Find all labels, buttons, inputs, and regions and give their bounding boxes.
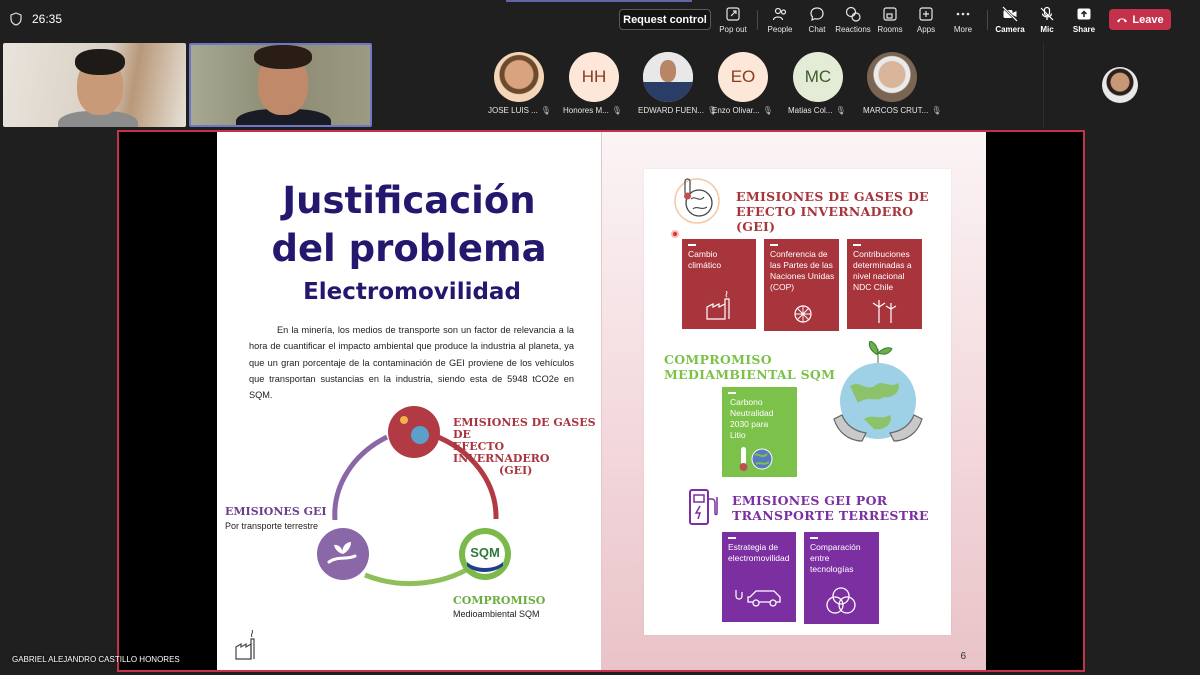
- thermometer-globe-icon: [674, 178, 720, 224]
- slide-content-card: EMISIONES DE GASES DE EFECTO INVERNADERO…: [644, 169, 951, 635]
- gei-heading: EMISIONES DE GASES DE EFECTO INVERNADERO…: [736, 189, 930, 234]
- participant-avatar[interactable]: MC: [793, 52, 843, 102]
- people-label: People: [767, 25, 793, 34]
- avatar-initials: EO: [730, 67, 756, 86]
- participant-name: JOSE LUIS ... 🎙︎: [488, 106, 551, 115]
- share-icon: [1077, 8, 1091, 20]
- more-icon: [956, 12, 970, 16]
- un-emblem-icon: [794, 305, 812, 323]
- more-button[interactable]: More: [940, 6, 986, 34]
- participant-video-tile[interactable]: [3, 43, 186, 127]
- chat-label: Chat: [808, 25, 826, 34]
- participant-name: EDWARD FUEN... 🎙︎: [638, 106, 718, 115]
- slide-title: Justificación del problema: [271, 179, 547, 270]
- electric-car-icon: [735, 590, 781, 607]
- wind-turbine-icon: [872, 300, 897, 323]
- mic-off-icon: 🎙︎: [540, 106, 551, 115]
- camera-label: Camera: [995, 25, 1025, 34]
- participant-name: Enzo Olivar... 🎙︎: [712, 106, 773, 115]
- participant-avatar[interactable]: [867, 52, 917, 102]
- sqm-heading: COMPROMISO MEDIAMBIENTAL SQM: [664, 352, 836, 382]
- pop-out-icon: [726, 7, 740, 21]
- cycle-label-compromiso: COMPROMISO: [453, 594, 546, 607]
- active-speaker-video-tile[interactable]: [189, 43, 372, 127]
- ev-charger-icon: [689, 489, 718, 525]
- self-avatar[interactable]: [1102, 67, 1138, 103]
- gei-box-cambio-climatico: Cambio climático: [682, 239, 756, 329]
- participant-name: MARCOS CRUT... 🎙︎: [863, 106, 942, 115]
- avatar-photo: [494, 52, 544, 102]
- slide-page-number: 6: [960, 651, 966, 662]
- window-drag-indicator: [506, 0, 692, 2]
- cycle-sub-compromiso: Medioambiental SQM: [453, 609, 540, 619]
- presenter-name-label: GABRIEL ALEJANDRO CASTILLO HONORES: [12, 655, 180, 664]
- apps-label: Apps: [916, 25, 936, 34]
- people-icon: [772, 7, 787, 21]
- slide-paragraph: En la minería, los medios de transporte …: [249, 325, 574, 401]
- meeting-timer: 26:35: [32, 12, 63, 26]
- mic-off-icon: 🎙︎: [931, 106, 942, 115]
- avatar-photo: [1102, 67, 1138, 103]
- mic-off-icon: [1040, 6, 1054, 21]
- earth-hands-icon: [833, 341, 923, 442]
- mic-label: Mic: [1040, 25, 1054, 34]
- gei-box-ndc: Contribuciones determinadas a nivel naci…: [847, 239, 922, 329]
- mic-off-icon: 🎙︎: [611, 106, 622, 115]
- rooms-icon: [883, 7, 897, 21]
- participant-avatar[interactable]: [643, 52, 693, 102]
- slide-subtitle: Electromovilidad: [303, 279, 521, 305]
- pop-out-label: Pop out: [719, 25, 747, 34]
- sqm-logo-text: SQM: [470, 545, 500, 560]
- transport-box-estrategia: Estrategia de electromovilidad: [722, 532, 796, 622]
- thermometer-globe-icon: [739, 447, 773, 471]
- avatar-photo: [643, 52, 693, 102]
- participant-avatar[interactable]: [494, 52, 544, 102]
- share-button[interactable]: Share: [1061, 6, 1107, 34]
- strip-divider: [1043, 42, 1044, 128]
- leave-label: Leave: [1132, 13, 1164, 26]
- request-control-button[interactable]: Request control: [619, 9, 711, 30]
- avatar-initials: HH: [581, 67, 607, 86]
- participant-avatar[interactable]: EO: [718, 52, 768, 102]
- participant-name: Honores M... 🎙︎: [563, 106, 622, 115]
- mic-off-icon: 🎙︎: [762, 106, 773, 115]
- shield-icon: [10, 12, 22, 31]
- factory-icon: [706, 291, 730, 320]
- presenter-pointer: [671, 230, 679, 238]
- venn-diagram-icon: [826, 587, 856, 614]
- person-hair: [254, 45, 312, 69]
- teams-meeting-window: 26:35 Request control Pop out People Cha…: [0, 0, 1200, 675]
- mic-off-icon: 🎙︎: [835, 106, 846, 115]
- apps-icon: [919, 7, 933, 21]
- cycle-sub-transport: Por transporte terrestre: [225, 521, 319, 531]
- phone-hangup-icon: [1117, 17, 1128, 22]
- meeting-toolbar: 26:35 Request control Pop out People Cha…: [0, 0, 1200, 40]
- share-label: Share: [1072, 25, 1096, 34]
- slide-left-page: Justificación del problema Electromovili…: [217, 132, 601, 670]
- more-label: More: [953, 25, 973, 34]
- person-hair: [75, 49, 125, 75]
- leave-button[interactable]: Leave: [1109, 9, 1171, 30]
- rooms-label: Rooms: [877, 25, 903, 34]
- sqm-box-carbono: Carbono Neutralidad 2030 para Litio: [722, 387, 797, 477]
- factory-icon: [235, 629, 255, 660]
- cycle-label-transport: EMISIONES GEI: [225, 505, 327, 518]
- shared-screen[interactable]: Justificación del problema Electromovili…: [117, 130, 1085, 672]
- gei-box-cop: Conferencia de las Partes de las Nacione…: [764, 239, 839, 331]
- camera-off-icon: [1002, 6, 1018, 22]
- transport-box-comparacion: Comparación entre tecnologías: [804, 532, 879, 624]
- transport-heading: EMISIONES GEI POR TRANSPORTE TERRESTRE: [732, 493, 929, 523]
- avatar-photo: [867, 52, 917, 102]
- cycle-label-gei: EMISIONES DE GASES DE EFECTO INVERNADERO…: [453, 416, 596, 477]
- reactions-label: Reactions: [835, 25, 871, 34]
- participant-avatar[interactable]: HH: [569, 52, 619, 102]
- slide-right-page: EMISIONES DE GASES DE EFECTO INVERNADERO…: [602, 132, 986, 670]
- reactions-icon: [845, 6, 861, 22]
- participant-name: Matias Col... 🎙︎: [788, 106, 846, 115]
- chat-icon: [810, 7, 824, 21]
- pop-out-button[interactable]: Pop out: [710, 6, 756, 34]
- avatar-initials: MC: [804, 67, 832, 86]
